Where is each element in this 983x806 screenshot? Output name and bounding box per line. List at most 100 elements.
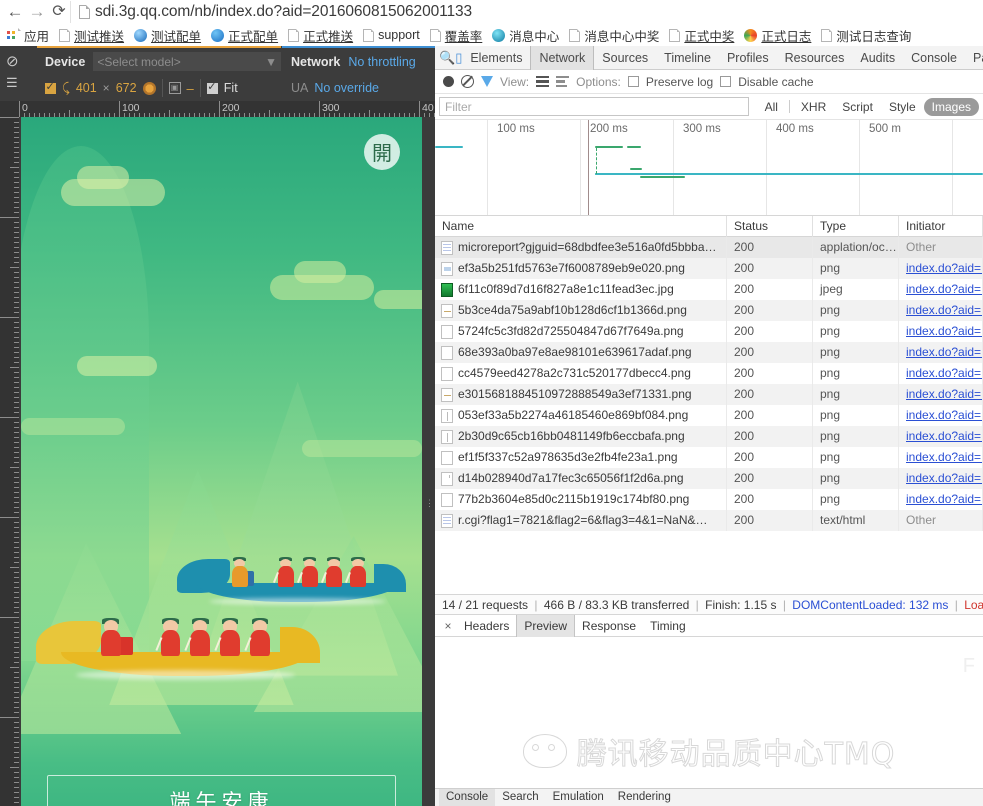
bookmark-coverage[interactable]: 覆盖率: [426, 25, 489, 46]
tab-network[interactable]: Network: [530, 46, 594, 70]
table-row[interactable]: 6f11c0f89d7d16f827a8e1c11fead3ec.jpg200j…: [435, 279, 983, 300]
bookmark-prod-prize[interactable]: 正式中奖: [665, 25, 740, 46]
drawer-tab-emulation[interactable]: Emulation: [546, 789, 611, 806]
no-throttle-icon[interactable]: ⊘: [6, 52, 19, 70]
bookmark-apps[interactable]: 应用: [3, 25, 55, 46]
network-timeline-overview[interactable]: 100 ms200 ms300 ms400 ms500 m: [435, 120, 983, 216]
panel-splitter-handle[interactable]: ⋮⋮⋮: [425, 501, 433, 523]
record-button-icon[interactable]: [443, 76, 454, 87]
detail-tab-headers[interactable]: Headers: [457, 615, 516, 637]
rotate-device-icon[interactable]: ⤹: [62, 80, 70, 96]
tab-resources[interactable]: Resources: [777, 46, 853, 70]
table-row[interactable]: 2b30d9c65cb16bb0481149fb6eccbafa.png200p…: [435, 426, 983, 447]
initiator-link[interactable]: index.do?aid=…: [906, 261, 983, 275]
initiator-link[interactable]: index.do?aid=…: [906, 492, 983, 506]
initiator-link[interactable]: index.do?aid=…: [906, 303, 983, 317]
bookmark-test-push[interactable]: 测试推送: [55, 25, 130, 46]
back-arrow-icon[interactable]: ←: [4, 1, 26, 23]
filter-type-all[interactable]: All: [757, 98, 786, 116]
drawer-tab-console[interactable]: Console: [439, 789, 495, 806]
detail-tab-response[interactable]: Response: [575, 615, 643, 637]
table-row[interactable]: d14b028940d7a17fec3c65056f1f2d6a.png200p…: [435, 468, 983, 489]
table-row[interactable]: r.cgi?flag1=7821&flag2=6&flag3=4&1=NaN&……: [435, 510, 983, 531]
bookmark-test-log-query[interactable]: 测试日志查询: [817, 25, 917, 46]
tab-profiles[interactable]: Profiles: [719, 46, 777, 70]
detail-tab-timing[interactable]: Timing: [643, 615, 693, 637]
device-width-input[interactable]: 401: [76, 81, 97, 95]
bookmark-test-order[interactable]: 测试配单: [130, 25, 207, 46]
table-row[interactable]: 053ef33a5b2274a46185460e869bf084.png200p…: [435, 405, 983, 426]
request-table-body[interactable]: microreport?gjguid=68dbdfee3e516a0fd5bbb…: [435, 237, 983, 594]
table-row[interactable]: e3015681884510972888549a3ef71331.png200p…: [435, 384, 983, 405]
page-info-icon[interactable]: [79, 5, 90, 19]
filter-input[interactable]: [439, 97, 749, 116]
table-row[interactable]: 5724fc5c3fd82d725504847d67f7649a.png200p…: [435, 321, 983, 342]
table-row[interactable]: 5b3ce4da75a9abf10b128d6cf1b1366d.png200p…: [435, 300, 983, 321]
forward-arrow-icon[interactable]: →: [26, 1, 48, 23]
cta-button[interactable]: 端午安康: [47, 775, 396, 806]
tab-elements[interactable]: Elements: [462, 46, 530, 70]
detail-tab-preview[interactable]: Preview: [516, 615, 575, 637]
column-header-status[interactable]: Status: [727, 216, 813, 237]
tab-pagespeed[interactable]: PageSpee: [965, 46, 983, 70]
column-header-type[interactable]: Type: [813, 216, 899, 237]
tab-timeline[interactable]: Timeline: [656, 46, 719, 70]
screenshot-icon[interactable]: ▣: [169, 82, 181, 94]
bookmark-message-center-prize[interactable]: 消息中心中奖: [565, 25, 665, 46]
device-height-input[interactable]: 672: [116, 81, 137, 95]
table-row[interactable]: cc4579eed4278a2c731c520177dbecc4.png200p…: [435, 363, 983, 384]
search-icon[interactable]: 🔍: [439, 50, 455, 66]
bookmark-prod-log[interactable]: 正式日志: [740, 25, 817, 46]
bookmark-prod-push[interactable]: 正式推送: [284, 25, 359, 46]
initiator-link[interactable]: index.do?aid=…: [906, 408, 983, 422]
tab-sources[interactable]: Sources: [594, 46, 656, 70]
column-header-initiator[interactable]: Initiator: [899, 216, 983, 237]
bookmark-message-center[interactable]: 消息中心: [488, 25, 565, 46]
overview-request-bar: [630, 168, 642, 170]
initiator-link[interactable]: index.do?aid=…: [906, 282, 983, 296]
drawer-tab-rendering[interactable]: Rendering: [611, 789, 678, 806]
tab-console[interactable]: Console: [903, 46, 965, 70]
blue-globe-icon: [211, 29, 224, 42]
address-bar[interactable]: sdi.3g.qq.com/nb/index.do?aid=2016060815…: [70, 1, 979, 23]
preserve-log-checkbox[interactable]: [628, 76, 639, 87]
cell-type: png: [813, 300, 899, 321]
reload-icon[interactable]: ⟳: [48, 1, 70, 23]
device-viewport[interactable]: 開 仲夏端午 划龙舟 食肉粽 佩香囊 饮雄黄 避瘟神 驱五毒: [21, 117, 422, 806]
device-size-checkbox[interactable]: [45, 83, 56, 94]
device-toolbar-icon[interactable]: ▯: [455, 50, 462, 66]
disable-cache-checkbox[interactable]: [720, 76, 731, 87]
list-view-icon[interactable]: [536, 76, 549, 88]
column-header-name[interactable]: Name: [435, 216, 727, 237]
refresh-icon[interactable]: [143, 82, 156, 95]
initiator-link[interactable]: index.do?aid=…: [906, 471, 983, 485]
bookmark-support[interactable]: support: [359, 27, 426, 43]
fit-checkbox[interactable]: [207, 83, 218, 94]
initiator-link[interactable]: index.do?aid=…: [906, 387, 983, 401]
table-row[interactable]: ef1f5f337c52a978635d3e2fb4fe23a1.png200p…: [435, 447, 983, 468]
ua-value[interactable]: No override: [314, 81, 379, 95]
clear-icon[interactable]: [461, 75, 474, 88]
initiator-link[interactable]: index.do?aid=…: [906, 324, 983, 338]
throttling-value[interactable]: No throttling: [348, 55, 415, 69]
filter-type-style[interactable]: Style: [881, 98, 924, 116]
tab-audits[interactable]: Audits: [852, 46, 903, 70]
table-row[interactable]: ef3a5b251fd5763e7f6008789eb9e020.png200p…: [435, 258, 983, 279]
initiator-link[interactable]: index.do?aid=…: [906, 345, 983, 359]
initiator-link[interactable]: index.do?aid=…: [906, 429, 983, 443]
filter-type-xhr[interactable]: XHR: [793, 98, 834, 116]
device-model-select[interactable]: <Select model> ▼: [93, 52, 281, 71]
emulation-settings-icon[interactable]: ☰: [6, 75, 17, 91]
initiator-link[interactable]: index.do?aid=…: [906, 366, 983, 380]
filter-type-script[interactable]: Script: [834, 98, 881, 116]
bookmark-prod-order[interactable]: 正式配单: [207, 25, 284, 46]
waterfall-view-icon[interactable]: [556, 76, 569, 88]
initiator-link[interactable]: index.do?aid=…: [906, 450, 983, 464]
filter-type-images[interactable]: Images: [924, 98, 979, 116]
drawer-tab-search[interactable]: Search: [495, 789, 545, 806]
table-row[interactable]: microreport?gjguid=68dbdfee3e516a0fd5bbb…: [435, 237, 983, 258]
close-icon[interactable]: ×: [439, 619, 457, 633]
table-row[interactable]: 68e393a0ba97e8ae98101e639617adaf.png200p…: [435, 342, 983, 363]
filter-funnel-icon[interactable]: [481, 76, 493, 87]
table-row[interactable]: 77b2b3604e85d0c2115b1919c174bf80.png200p…: [435, 489, 983, 510]
